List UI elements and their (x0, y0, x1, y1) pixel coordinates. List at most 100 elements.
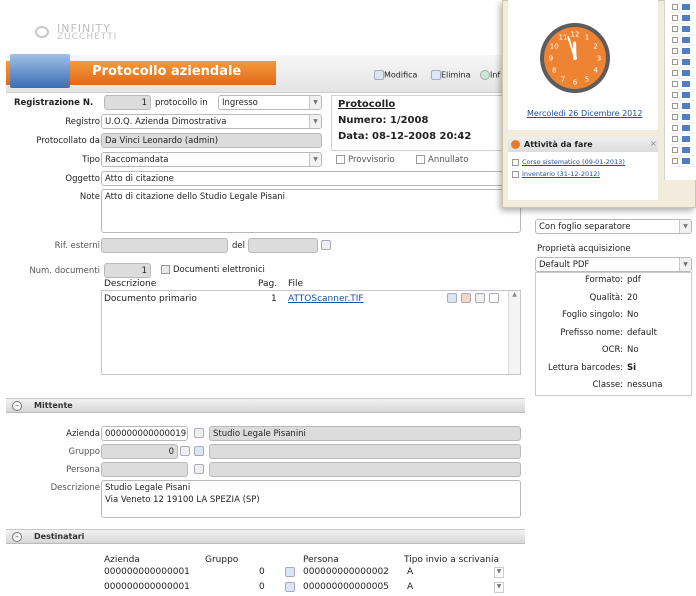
checkbox-icon[interactable] (672, 48, 678, 54)
side-list (670, 2, 694, 167)
property-key: Qualità: (589, 292, 623, 303)
persona-search-icon[interactable] (194, 464, 204, 474)
page-icon[interactable] (489, 293, 499, 303)
side-list-item[interactable] (670, 35, 694, 46)
azienda-code-input[interactable]: 000000000000019 (101, 426, 188, 441)
properties-select[interactable]: Default PDF ▼ (535, 257, 692, 272)
property-value: No (627, 345, 639, 355)
gruppo-lookup-icon[interactable] (194, 446, 204, 456)
mittente-descrizione-textarea[interactable]: Studio Legale Pisani Via Veneto 12 19100 … (101, 480, 521, 518)
oggetto-input[interactable]: Atto di citazione (101, 171, 521, 186)
checkbox-icon[interactable] (672, 114, 678, 120)
side-list-item[interactable] (670, 46, 694, 57)
modifica-button[interactable]: Modifica (374, 70, 417, 80)
chevron-down-icon[interactable]: ▼ (494, 582, 504, 593)
side-list-item[interactable] (670, 79, 694, 90)
item-icon (682, 125, 690, 131)
checkbox-icon[interactable] (672, 125, 678, 131)
clock-number: 7 (561, 75, 565, 83)
note-textarea[interactable]: Atto di citazione dello Studio Legale Pi… (101, 189, 521, 233)
clock-number: 10 (550, 43, 559, 51)
checkbox-icon[interactable] (672, 4, 678, 10)
dest-row[interactable]: 000000000000001 0 000000000000002 A ▼ (101, 567, 521, 579)
gruppo-label: Gruppo (68, 447, 100, 457)
side-list-item[interactable] (670, 90, 694, 101)
checkbox-icon[interactable] (672, 136, 678, 142)
task-item-1[interactable]: Corso sistematico (09-01-2013) (512, 158, 625, 166)
calendar-date-link[interactable]: Mercoledì 26 Dicembre 2012 (527, 109, 642, 118)
side-list-item[interactable] (670, 112, 694, 123)
side-list-item[interactable] (670, 156, 694, 167)
gruppo-input[interactable]: 0 (101, 444, 178, 459)
dest-row[interactable]: 000000000000001 0 000000000000005 A ▼ (101, 582, 521, 594)
clock-center (573, 56, 577, 60)
checkbox-icon[interactable] (672, 37, 678, 43)
checkbox-icon[interactable] (672, 158, 678, 164)
info-icon (480, 70, 490, 80)
side-list-item[interactable] (670, 2, 694, 13)
clock-number: 2 (594, 43, 598, 51)
doc-header-pag: Pag. (258, 279, 278, 289)
doc-elettronici-checkbox[interactable]: Documenti elettronici (161, 265, 265, 275)
doc-scrollbar[interactable]: ▲ (508, 291, 520, 374)
side-list-item[interactable] (670, 134, 694, 145)
side-list-item[interactable] (670, 24, 694, 35)
gruppo-search-icon[interactable] (180, 446, 190, 456)
search-doc-icon[interactable] (447, 293, 457, 303)
property-key: Classe: (592, 380, 623, 390)
dest-tipo: A (407, 567, 414, 577)
rif-esterni-input[interactable] (101, 238, 228, 253)
checkbox-icon[interactable] (672, 81, 678, 87)
chevron-down-icon: ▼ (309, 115, 321, 128)
persona-label: Persona (66, 465, 100, 475)
attach-icon[interactable] (461, 293, 471, 303)
mittente-section-header[interactable]: – Mittente (6, 398, 525, 413)
property-key: OCR: (601, 345, 623, 355)
checkbox-icon[interactable] (672, 59, 678, 65)
lookup-icon[interactable] (285, 582, 295, 592)
checkbox-icon[interactable] (672, 103, 678, 109)
protocollato-label: Protocollato da (36, 136, 100, 146)
side-list-item[interactable] (670, 57, 694, 68)
dest-persona: 000000000000005 (303, 582, 389, 592)
elimina-button[interactable]: Elimina (431, 70, 471, 80)
direction-select[interactable]: Ingresso ▼ (218, 95, 322, 110)
lookup-icon[interactable] (285, 567, 295, 577)
azienda-search-icon[interactable] (194, 428, 204, 438)
side-list-item[interactable] (670, 13, 694, 24)
delete-icon (431, 70, 441, 80)
clock-number: 11 (559, 34, 568, 42)
tasks-header: Attività da fare × (508, 137, 658, 152)
num-doc-input[interactable]: 1 (104, 263, 151, 278)
side-list-item[interactable] (670, 123, 694, 134)
checkbox-icon[interactable] (672, 15, 678, 21)
registro-select[interactable]: U.O.Q. Azienda Dimostrativa ▼ (101, 114, 322, 129)
info-button[interactable]: Inf (480, 70, 500, 80)
side-list-item[interactable] (670, 101, 694, 112)
close-icon[interactable]: × (650, 139, 657, 148)
calendar-icon[interactable] (321, 240, 331, 250)
protocol-date: Data: 08-12-2008 20:42 (338, 131, 472, 142)
del-date-input[interactable] (248, 238, 318, 253)
doc-row-file-link[interactable]: ATTOScanner.TIF (288, 294, 364, 304)
persona-input[interactable] (101, 462, 188, 477)
checkbox-icon[interactable] (672, 26, 678, 32)
zoom-icon[interactable] (475, 293, 485, 303)
annullato-checkbox[interactable]: Annullato (416, 155, 468, 165)
destinatari-section-header[interactable]: – Destinatari (6, 529, 525, 544)
task-item-2[interactable]: Inventario (31-12-2012) (512, 170, 600, 178)
collapse-icon: – (12, 532, 22, 542)
separator-select[interactable]: Con foglio separatore ▼ (535, 219, 692, 234)
checkbox-icon[interactable] (672, 70, 678, 76)
reg-number-input[interactable]: 1 (104, 95, 151, 110)
item-icon (682, 4, 690, 10)
doc-row-descrizione: Documento primario (104, 294, 197, 304)
checkbox-icon[interactable] (672, 92, 678, 98)
side-list-item[interactable] (670, 145, 694, 156)
provvisorio-checkbox[interactable]: Provvisorio (336, 155, 395, 165)
descrizione-label: Descrizione (50, 483, 100, 493)
side-list-item[interactable] (670, 68, 694, 79)
checkbox-icon[interactable] (672, 147, 678, 153)
chevron-down-icon[interactable]: ▼ (494, 567, 504, 578)
tipo-select[interactable]: Raccomandata ▼ (101, 152, 322, 167)
